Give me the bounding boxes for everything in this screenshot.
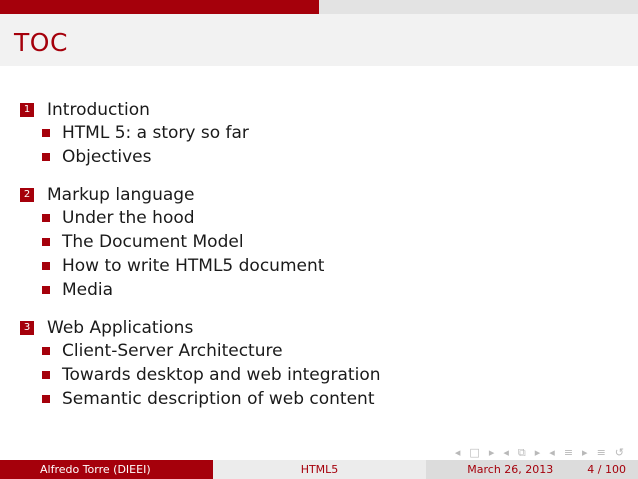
nav-prev-frame-icon[interactable]: ◂ xyxy=(455,446,461,460)
footer-info: March 26, 2013 4 / 100 xyxy=(426,460,638,479)
nav-prev-subsection-icon[interactable]: ◂ xyxy=(503,446,509,460)
square-bullet-icon xyxy=(42,395,50,403)
nav-section-icon[interactable]: ≡ xyxy=(564,446,573,460)
progress-bar-fill xyxy=(0,0,319,14)
subsection-title: Client-Server Architecture xyxy=(62,341,283,361)
section-number-badge: 2 xyxy=(20,188,34,202)
subsection-title: How to write HTML5 document xyxy=(62,256,325,276)
toc-subsection-entry[interactable]: The Document Model xyxy=(20,230,580,254)
frame-title: TOC xyxy=(14,28,68,57)
toc-section-entry[interactable]: 2 Markup language xyxy=(20,184,580,206)
toc-subsection-entry[interactable]: How to write HTML5 document xyxy=(20,254,580,278)
square-bullet-icon xyxy=(42,286,50,294)
nav-loop-icon[interactable]: ↺ xyxy=(615,446,624,460)
subsection-title: Media xyxy=(62,280,114,300)
nav-next-subsection-icon[interactable]: ▸ xyxy=(535,446,541,460)
subsection-title: The Document Model xyxy=(62,232,244,252)
section-title: Introduction xyxy=(47,100,150,120)
footer-date: March 26, 2013 xyxy=(467,463,554,476)
square-bullet-icon xyxy=(42,214,50,222)
toc-section-entry[interactable]: 3 Web Applications xyxy=(20,317,580,339)
square-bullet-icon xyxy=(42,238,50,246)
square-bullet-icon xyxy=(42,129,50,137)
footer-page-number: 4 / 100 xyxy=(587,463,626,476)
section-number-badge: 3 xyxy=(20,321,34,335)
toc-subsection-entry[interactable]: Client-Server Architecture xyxy=(20,339,580,363)
frame-title-bar: TOC xyxy=(0,14,638,66)
toc-subsection-entry[interactable]: Under the hood xyxy=(20,206,580,230)
section-title: Web Applications xyxy=(47,318,194,338)
nav-subsection-icon[interactable]: ⧉ xyxy=(518,446,526,460)
section-number-badge: 1 xyxy=(20,103,34,117)
square-bullet-icon xyxy=(42,347,50,355)
subsection-title: Semantic description of web content xyxy=(62,389,375,409)
toc-subsection-entry[interactable]: Media xyxy=(20,278,580,302)
navigation-symbols: ◂ □ ▸ ◂ ⧉ ▸ ◂ ≡ ▸ ≡ ↺ xyxy=(455,446,624,460)
nav-menu-icon[interactable]: ≡ xyxy=(597,446,606,460)
square-bullet-icon xyxy=(42,153,50,161)
subsection-title: Objectives xyxy=(62,147,152,167)
square-bullet-icon xyxy=(42,371,50,379)
progress-bar xyxy=(0,0,638,14)
table-of-contents: 1 Introduction HTML 5: a story so far Ob… xyxy=(20,99,580,426)
footer-author: Alfredo Torre (DIEEI) xyxy=(0,460,213,479)
nav-prev-section-icon[interactable]: ◂ xyxy=(549,446,555,460)
nav-next-section-icon[interactable]: ▸ xyxy=(582,446,588,460)
square-bullet-icon xyxy=(42,262,50,270)
section-title: Markup language xyxy=(47,185,195,205)
toc-section: 2 Markup language Under the hood The Doc… xyxy=(20,184,580,302)
toc-section: 3 Web Applications Client-Server Archite… xyxy=(20,317,580,411)
toc-subsection-entry[interactable]: HTML 5: a story so far xyxy=(20,121,580,145)
subsection-title: Towards desktop and web integration xyxy=(62,365,381,385)
toc-section: 1 Introduction HTML 5: a story so far Ob… xyxy=(20,99,580,169)
nav-next-frame-icon[interactable]: ▸ xyxy=(489,446,495,460)
subsection-title: Under the hood xyxy=(62,208,195,228)
subsection-title: HTML 5: a story so far xyxy=(62,123,249,143)
toc-subsection-entry[interactable]: Objectives xyxy=(20,145,580,169)
footer: Alfredo Torre (DIEEI) HTML5 March 26, 20… xyxy=(0,460,638,479)
nav-frame-icon[interactable]: □ xyxy=(469,446,479,460)
toc-subsection-entry[interactable]: Towards desktop and web integration xyxy=(20,363,580,387)
toc-subsection-entry[interactable]: Semantic description of web content xyxy=(20,387,580,411)
footer-title: HTML5 xyxy=(213,460,426,479)
toc-section-entry[interactable]: 1 Introduction xyxy=(20,99,580,121)
